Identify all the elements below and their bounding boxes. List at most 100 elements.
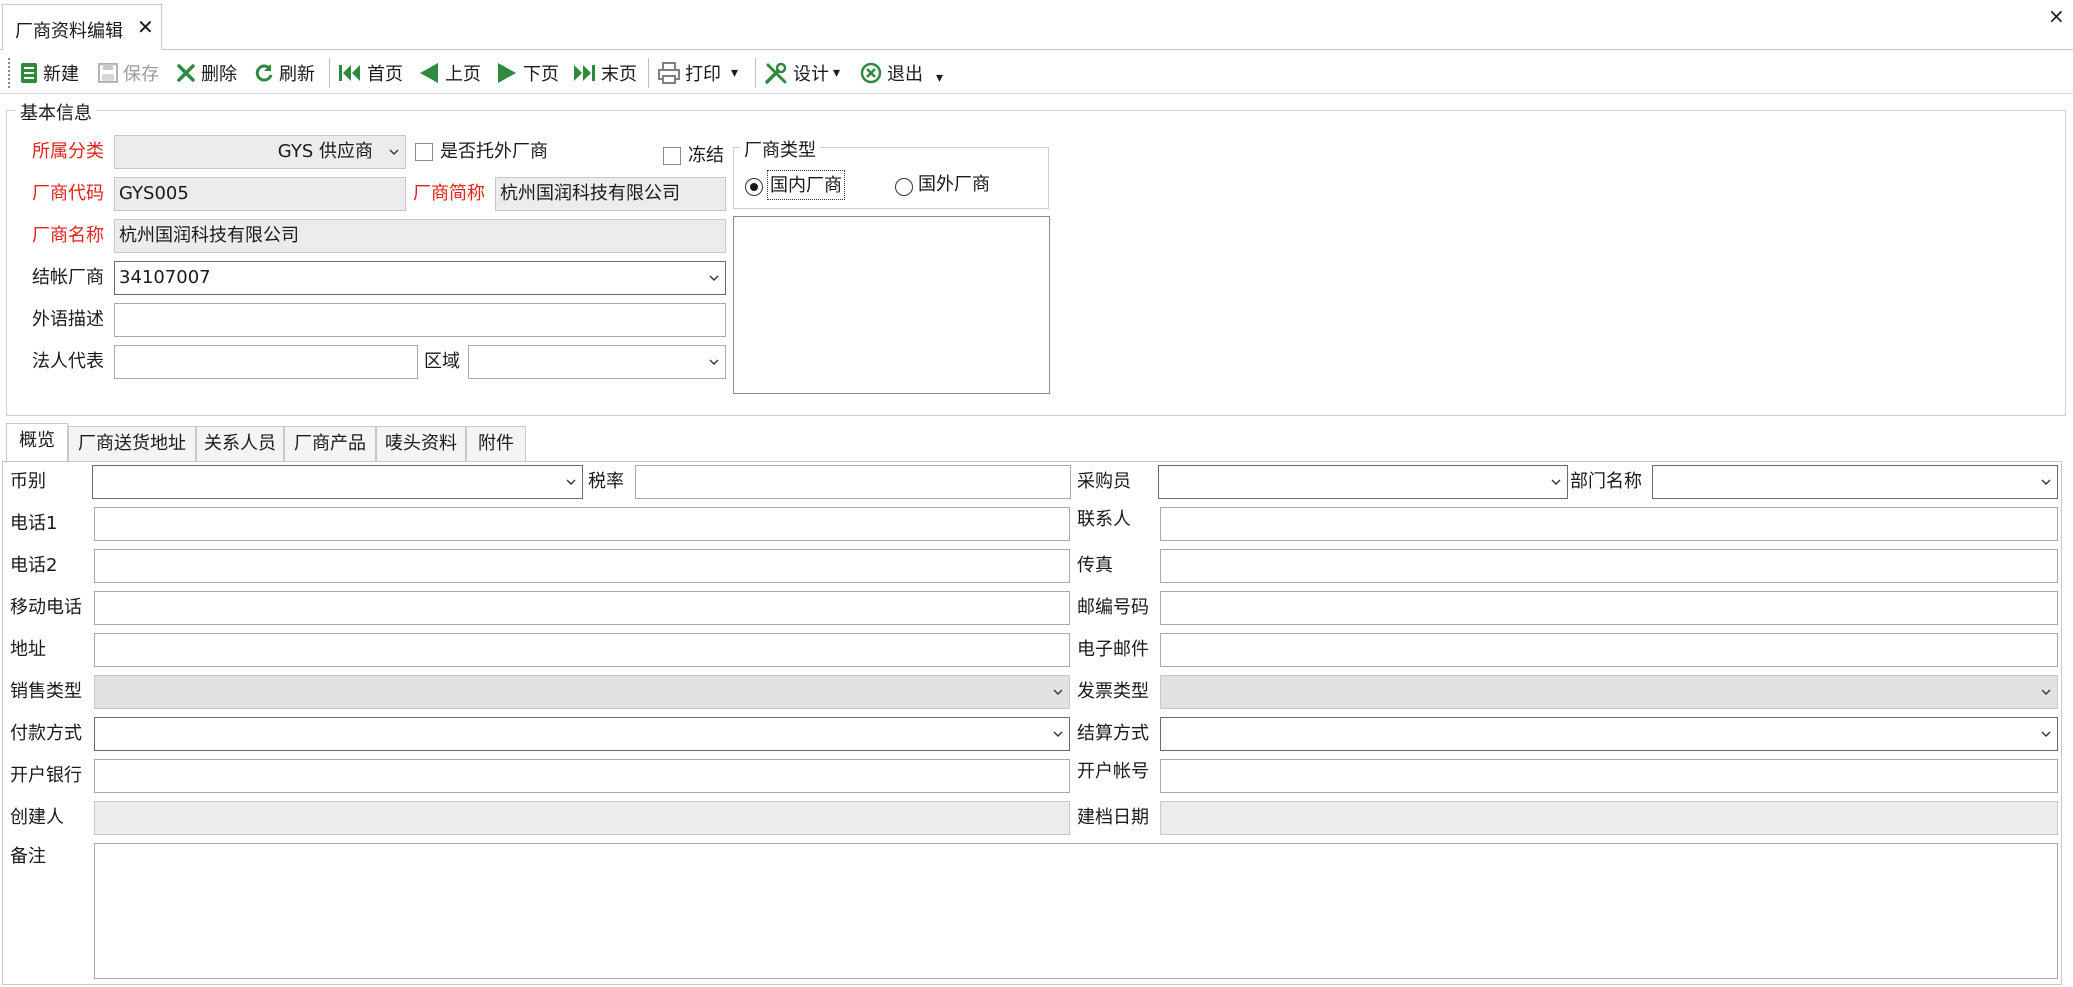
category-combo[interactable]: GYS 供应商	[114, 135, 406, 169]
remark-textarea[interactable]	[94, 843, 2058, 979]
bank-label: 开户银行	[10, 765, 82, 786]
vendor-short-name-label: 厂商简称	[413, 183, 485, 204]
email-field[interactable]	[1160, 633, 2058, 667]
settlement-vendor-value: 34107007	[119, 267, 211, 288]
refresh-button[interactable]: 刷新	[254, 58, 315, 88]
settlement-vendor-combo[interactable]: 34107007	[114, 261, 726, 295]
chevron-down-icon	[709, 359, 719, 365]
payment-method-label: 付款方式	[10, 723, 82, 744]
tax-rate-label: 税率	[588, 471, 624, 492]
mobile-label: 移动电话	[10, 597, 82, 618]
previous-page-button[interactable]: 上页	[418, 58, 481, 88]
vendor-code-label: 厂商代码	[32, 183, 104, 204]
chevron-down-icon	[1053, 731, 1063, 737]
print-button-label: 打印	[685, 64, 721, 85]
tab-contacts[interactable]: 关系人员	[196, 426, 284, 462]
vendor-name-field[interactable]: 杭州国润科技有限公司	[114, 219, 726, 253]
toolbar-separator	[755, 58, 756, 88]
next-page-icon	[498, 63, 516, 83]
vendor-image-box[interactable]	[733, 216, 1050, 394]
new-button[interactable]: 新建	[20, 58, 79, 88]
vendor-type-title: 厂商类型	[740, 136, 820, 162]
document-tab-title: 厂商资料编辑	[15, 21, 123, 42]
exit-circle-x-icon	[860, 62, 882, 84]
basic-info-title: 基本信息	[16, 99, 96, 125]
phone1-field[interactable]	[94, 507, 1070, 541]
freeze-label: 冻结	[688, 145, 724, 166]
chevron-down-icon	[709, 275, 719, 281]
category-label: 所属分类	[32, 141, 104, 162]
tax-rate-field[interactable]	[635, 465, 1071, 499]
refresh-button-label: 刷新	[279, 64, 315, 85]
toolbar-separator	[329, 58, 330, 88]
legal-representative-label: 法人代表	[32, 351, 104, 372]
chevron-down-icon	[2041, 689, 2051, 695]
chevron-down-icon	[1053, 689, 1063, 695]
currency-label: 币别	[10, 471, 46, 492]
created-date-label: 建档日期	[1077, 807, 1149, 828]
tab-attachments[interactable]: 附件	[466, 426, 526, 462]
contact-field[interactable]	[1160, 507, 2058, 541]
tab-delivery-address[interactable]: 厂商送货地址	[68, 426, 196, 462]
print-button[interactable]: 打印 ▾	[658, 58, 738, 88]
design-dropdown-arrow-icon[interactable]: ▾	[833, 65, 840, 81]
next-page-label: 下页	[523, 64, 559, 85]
department-label: 部门名称	[1570, 471, 1642, 492]
tab-close-icon[interactable]: ✕	[137, 15, 154, 39]
creator-label: 创建人	[10, 807, 64, 828]
vendor-code-field[interactable]: GYS005	[114, 177, 406, 211]
freeze-checkbox[interactable]	[663, 147, 681, 165]
vendor-short-name-field[interactable]: 杭州国润科技有限公司	[495, 177, 726, 211]
last-page-button[interactable]: 末页	[572, 58, 637, 88]
previous-page-label: 上页	[445, 64, 481, 85]
save-button[interactable]: 保存	[98, 58, 159, 88]
print-dropdown-arrow-icon[interactable]: ▾	[731, 65, 738, 81]
tab-shipping-marks[interactable]: 唛头资料	[376, 426, 466, 462]
payment-method-combo[interactable]	[94, 717, 1070, 751]
legal-representative-field[interactable]	[114, 345, 418, 379]
exit-button[interactable]: 退出	[860, 58, 923, 88]
bank-field[interactable]	[94, 759, 1070, 793]
address-field[interactable]	[94, 633, 1070, 667]
new-button-label: 新建	[43, 64, 79, 85]
tab-vendor-products[interactable]: 厂商产品	[284, 426, 376, 462]
mobile-field[interactable]	[94, 591, 1070, 625]
document-tab-vendor-edit[interactable]: 厂商资料编辑 ✕	[2, 4, 162, 51]
toolbar-overflow-arrow-icon[interactable]: ▾	[936, 70, 943, 86]
bank-account-field[interactable]	[1160, 759, 2058, 793]
currency-combo[interactable]	[92, 465, 583, 499]
save-button-label: 保存	[123, 64, 159, 85]
creator-field[interactable]	[94, 801, 1070, 835]
chevron-down-icon	[2041, 731, 2051, 737]
domestic-vendor-radio[interactable]	[745, 178, 763, 196]
phone2-field[interactable]	[94, 549, 1070, 583]
email-label: 电子邮件	[1077, 639, 1149, 660]
buyer-combo[interactable]	[1158, 465, 1568, 499]
chevron-down-icon	[2041, 479, 2051, 485]
buyer-label: 采购员	[1077, 471, 1131, 492]
invoice-type-combo[interactable]	[1160, 675, 2058, 709]
toolbar-grip[interactable]	[8, 58, 12, 88]
sales-type-combo[interactable]	[94, 675, 1070, 709]
foreign-description-field[interactable]	[114, 303, 726, 337]
tab-overview[interactable]: 概览	[6, 423, 68, 463]
created-date-field[interactable]	[1160, 801, 2058, 835]
window-close-icon[interactable]: ×	[2048, 4, 2065, 28]
new-document-icon	[21, 63, 37, 83]
next-page-button[interactable]: 下页	[496, 58, 559, 88]
delete-button[interactable]: 删除	[176, 58, 237, 88]
fax-field[interactable]	[1160, 549, 2058, 583]
outsourced-checkbox[interactable]	[415, 143, 433, 161]
first-page-button[interactable]: 首页	[338, 58, 403, 88]
invoice-type-label: 发票类型	[1077, 681, 1149, 702]
region-combo[interactable]	[468, 345, 726, 379]
settlement-method-combo[interactable]	[1160, 717, 2058, 751]
printer-icon	[658, 62, 680, 84]
zip-code-field[interactable]	[1160, 591, 2058, 625]
overseas-vendor-radio[interactable]	[895, 178, 913, 196]
refresh-icon	[255, 64, 273, 82]
department-combo[interactable]	[1652, 465, 2058, 499]
design-button[interactable]: 设计 ▾	[764, 58, 840, 88]
design-button-label: 设计	[793, 64, 829, 85]
delete-button-label: 删除	[201, 64, 237, 85]
